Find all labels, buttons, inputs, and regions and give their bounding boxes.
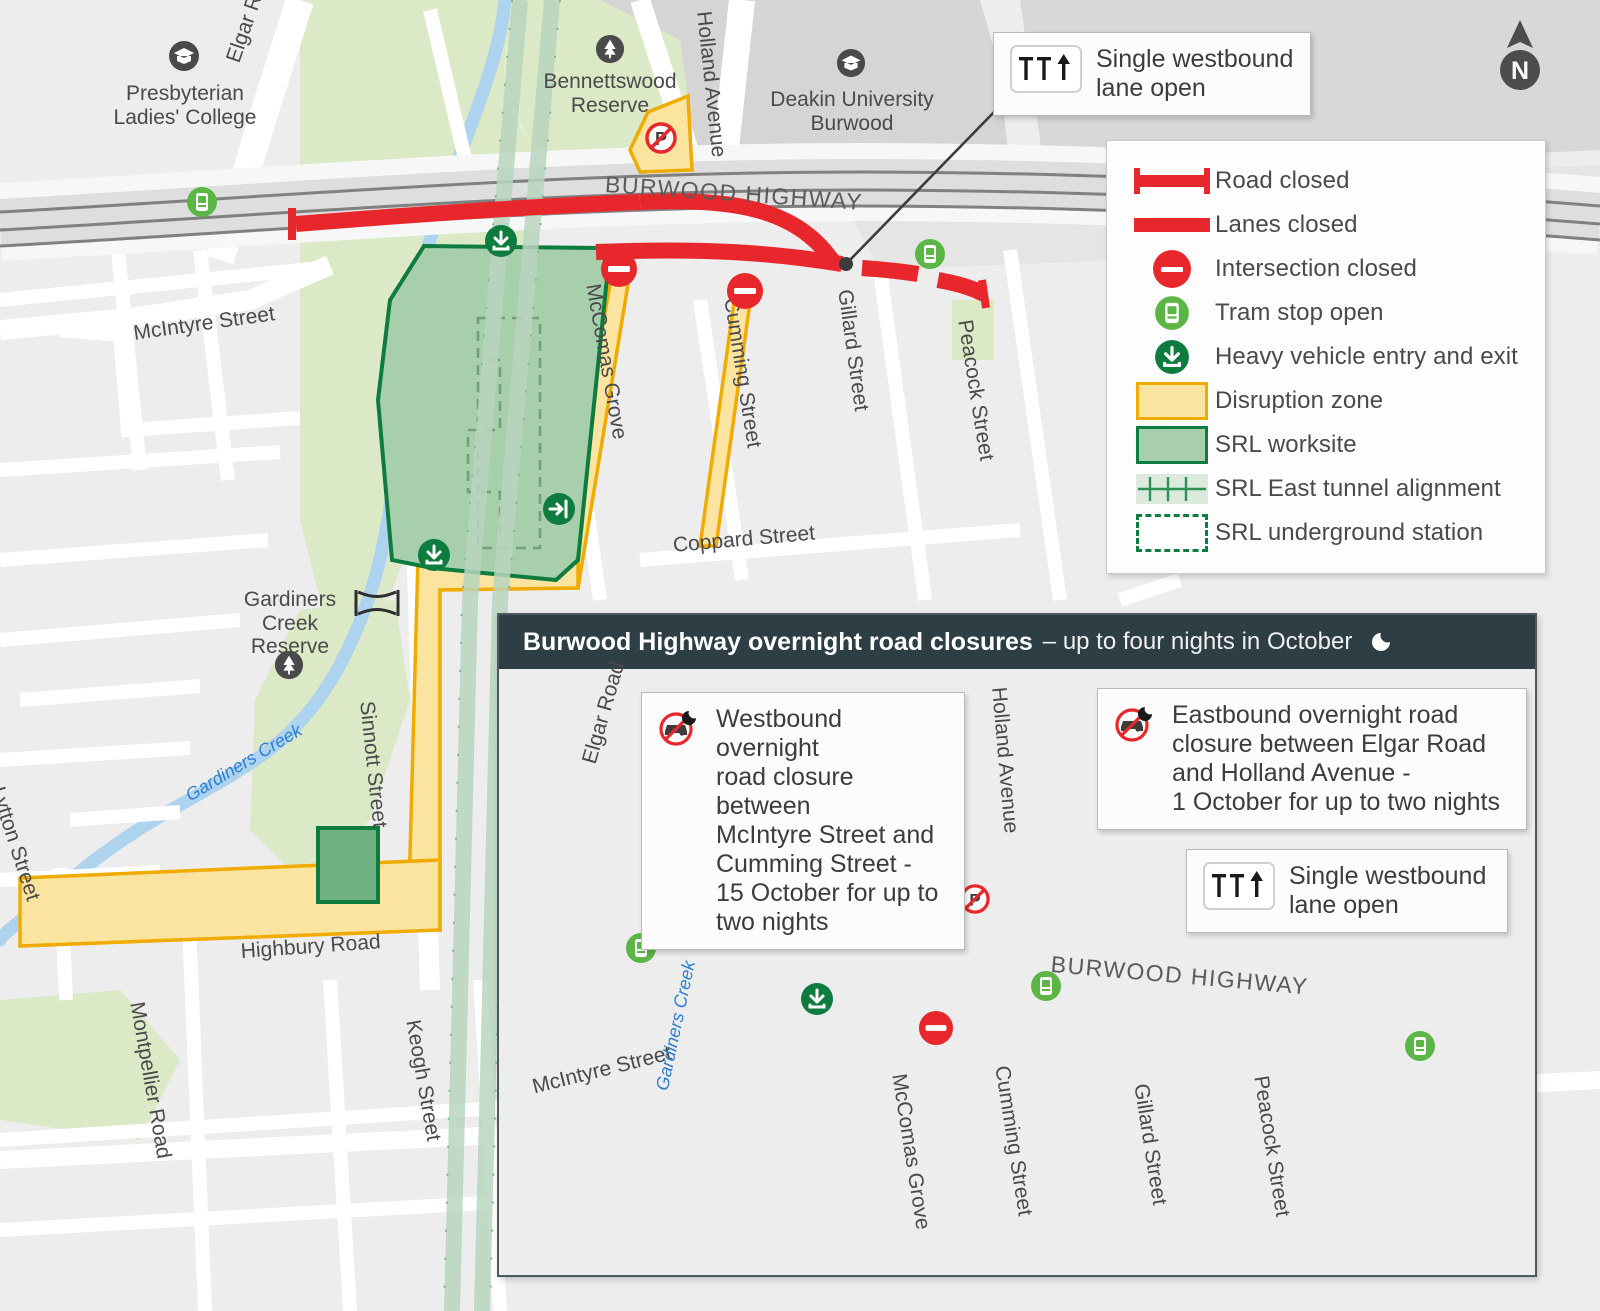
srl-tunnel-swatch-icon [1136,474,1208,504]
inset-header-subtitle: – up to four nights in October [1042,628,1353,655]
legend-label-intersection-closed: Intersection closed [1215,255,1418,282]
legend-label-heavy-vehicle: Heavy vehicle entry and exit [1215,343,1518,370]
legend-item-srl-worksite: SRL worksite [1129,423,1529,467]
no-cars-night-icon [1115,707,1152,742]
tram-stop-open-icon[interactable] [186,186,218,218]
park-tree-icon [274,650,304,680]
tram-stop-open-icon[interactable] [1030,970,1062,1002]
lanes-closed-swatch-icon [1134,218,1210,232]
callout-text-single-lane-open-main: Single westbound lane open [1096,45,1294,102]
srl-worksite-small [316,826,380,904]
heavy-vehicle-exit-icon[interactable] [542,492,576,526]
single-lane-open-icon [1010,45,1082,93]
intersection-closed-icon[interactable] [918,1010,954,1046]
callout-eastbound-overnight-closure: Eastbound overnight road closure between… [1097,688,1527,830]
callout-text-eastbound-closure: Eastbound overnight road closure between… [1172,701,1500,816]
callout-single-westbound-lane-open-main: Single westbound lane open [993,32,1311,116]
school-icon [169,41,199,71]
disruption-zone-swatch-icon [1136,382,1208,420]
heavy-vehicle-entry-and-exit-icon [1155,340,1189,374]
inset-panel-header: Burwood Highway overnight road closures … [499,615,1535,669]
intersection-closed-icon [1153,250,1191,288]
school-icon [836,48,866,78]
callout-single-westbound-lane-open-inset: Single westbound lane open [1186,849,1508,933]
legend-label-road-closed: Road closed [1215,167,1350,194]
single-lane-open-icon [1203,862,1275,910]
legend-label-disruption-zone: Disruption zone [1215,387,1384,414]
heavy-vehicle-entry-and-exit-icon[interactable] [484,224,518,258]
legend-item-intersection-closed: Intersection closed [1129,247,1529,291]
legend-item-tram-stop-open: Tram stop open [1129,291,1529,335]
road-closed-swatch-icon [1134,168,1210,194]
legend-item-lanes-closed: Lanes closed [1129,203,1529,247]
heavy-vehicle-entry-and-exit-icon[interactable] [417,538,451,572]
legend-label-lanes-closed: Lanes closed [1215,211,1358,238]
heavy-vehicle-entry-and-exit-icon[interactable] [800,982,834,1016]
legend-label-srl-underground-station: SRL underground station [1215,519,1484,546]
tram-stop-open-icon[interactable] [1404,1030,1436,1062]
legend-label-tram-stop-open: Tram stop open [1215,299,1384,326]
srl-underground-station-swatch-icon [1136,514,1208,552]
north-label: N [1511,57,1529,85]
legend-item-srl-tunnel-alignment: SRL East tunnel alignment [1129,467,1529,511]
map-legend: Road closed Lanes closed Intersection cl… [1106,140,1546,574]
park-tree-icon [595,34,625,64]
moon-icon [1372,633,1391,651]
tram-stop-icon [1155,296,1189,330]
inset-header-title: Burwood Highway overnight road closures [523,627,1033,656]
legend-item-road-closed: Road closed [1129,159,1529,203]
no-cars-night-icon [659,711,696,746]
tram-stop-open-icon[interactable] [914,238,946,270]
north-arrow-icon: N [1500,20,1540,90]
legend-item-disruption-zone: Disruption zone [1129,379,1529,423]
legend-label-srl-worksite: SRL worksite [1215,431,1357,458]
callout-text-single-lane-open-inset: Single westbound lane open [1289,862,1487,919]
callout-text-westbound-closure: Westbound overnight road closure between… [716,705,939,936]
no-parking-icon: P [645,122,677,154]
legend-item-heavy-vehicle: Heavy vehicle entry and exit [1129,335,1529,379]
intersection-closed-icon[interactable] [600,250,638,288]
srl-worksite-swatch-icon [1136,426,1208,464]
legend-label-srl-tunnel-alignment: SRL East tunnel alignment [1215,475,1501,502]
map-figure: N Presbyterian Ladies' College Bennettsw… [0,0,1600,1311]
intersection-closed-icon[interactable] [726,272,764,310]
legend-item-srl-underground-station: SRL underground station [1129,511,1529,555]
callout-westbound-overnight-closure: Westbound overnight road closure between… [641,692,965,950]
